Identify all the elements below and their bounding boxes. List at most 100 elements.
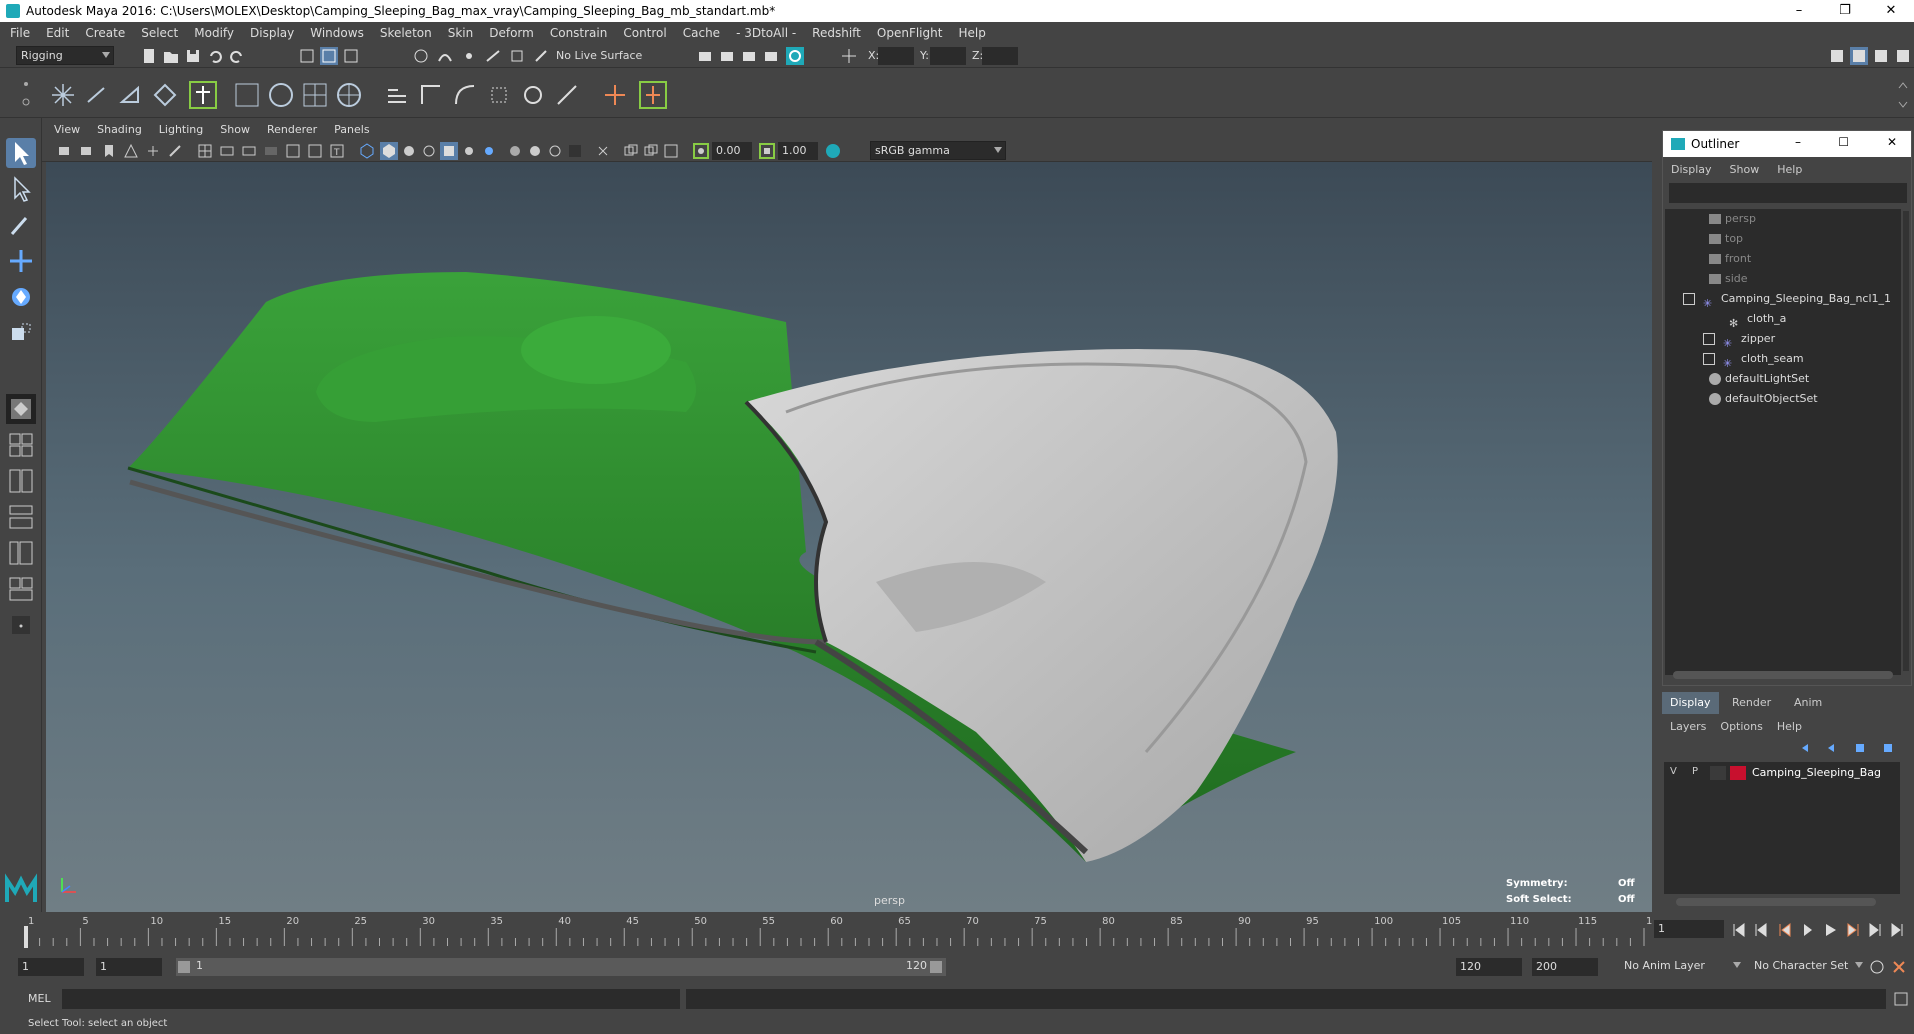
four-view-layout-icon[interactable] — [6, 430, 36, 460]
select-hierarchy-icon[interactable] — [298, 47, 316, 65]
tree-item-front[interactable]: front — [1709, 249, 1751, 269]
layer-horizontal-scrollbar[interactable] — [1676, 898, 1876, 906]
joint-tool-icon[interactable] — [50, 82, 76, 108]
grid-toggle-icon[interactable] — [196, 142, 214, 160]
menu-openflight[interactable]: OpenFlight — [877, 26, 943, 40]
wireframe-icon[interactable] — [358, 142, 376, 160]
z-field[interactable] — [982, 47, 1018, 65]
view-transform-dropdown[interactable]: sRGB gamma — [870, 141, 1006, 160]
smooth-bind-icon[interactable] — [452, 82, 478, 108]
layout-options-icon[interactable] — [6, 610, 36, 640]
motion-blur-icon[interactable] — [526, 142, 544, 160]
interactive-bind-icon[interactable] — [486, 82, 512, 108]
viewport-menu-view[interactable]: View — [54, 123, 80, 136]
smooth-shade-icon[interactable] — [380, 142, 398, 160]
layer-visibility-toggle[interactable]: V — [1670, 766, 1677, 777]
layer-menu-options[interactable]: Options — [1720, 720, 1762, 733]
undo-icon[interactable] — [206, 47, 224, 65]
outliner-maximize-button[interactable]: ☐ — [1838, 135, 1849, 149]
attribute-editor-icon[interactable] — [1850, 47, 1868, 65]
collapse-icon[interactable] — [1683, 293, 1695, 305]
menu-redshift[interactable]: Redshift — [812, 26, 861, 40]
nonlinear-icon[interactable] — [334, 80, 364, 110]
gate-mask-icon[interactable] — [262, 142, 280, 160]
layer-color-swatch[interactable] — [1730, 766, 1746, 780]
range-start-handle[interactable] — [178, 961, 190, 973]
menu-skeleton[interactable]: Skeleton — [380, 26, 432, 40]
resolution-gate-icon[interactable] — [240, 142, 258, 160]
y-field[interactable] — [930, 47, 966, 65]
select-tool-icon[interactable] — [6, 138, 36, 168]
constraint-icon[interactable] — [638, 80, 668, 110]
hypershade-layout-icon[interactable] — [6, 574, 36, 604]
hypershade-icon[interactable] — [762, 47, 780, 65]
menu-create[interactable]: Create — [85, 26, 125, 40]
screen-space-ao-icon[interactable] — [506, 142, 524, 160]
ik-spline-icon[interactable] — [118, 82, 144, 108]
playback-end-field[interactable]: 120 — [1456, 958, 1522, 976]
menu-display[interactable]: Display — [250, 26, 294, 40]
lattice-icon[interactable] — [266, 80, 296, 110]
auto-key-icon[interactable] — [1868, 958, 1886, 976]
menu-file[interactable]: File — [10, 26, 30, 40]
grease-pencil-icon[interactable] — [166, 142, 184, 160]
play-backwards-icon[interactable] — [1804, 924, 1812, 936]
x-field[interactable] — [878, 47, 914, 65]
animation-end-field[interactable]: 200 — [1532, 958, 1598, 976]
layer-menu-layers[interactable]: Layers — [1670, 720, 1706, 733]
snap-grid-icon[interactable] — [412, 47, 430, 65]
viewport-menu-renderer[interactable]: Renderer — [267, 123, 317, 136]
playback-start-field[interactable]: 1 — [96, 958, 162, 976]
textured-icon[interactable] — [440, 142, 458, 160]
xray-components-icon[interactable] — [662, 142, 680, 160]
depth-of-field-icon[interactable] — [566, 142, 584, 160]
menu-select[interactable]: Select — [141, 26, 178, 40]
tree-item-default-light-set[interactable]: defaultLightSet — [1709, 369, 1809, 389]
scale-tool-icon[interactable] — [6, 318, 36, 348]
safe-title-icon[interactable]: T — [328, 142, 346, 160]
tab-render[interactable]: Render — [1724, 692, 1779, 714]
menu-windows[interactable]: Windows — [310, 26, 364, 40]
go-to-end-icon[interactable] — [1891, 923, 1903, 937]
menu-cache[interactable]: Cache — [683, 26, 720, 40]
redshift-render-icon[interactable] — [786, 47, 804, 65]
current-frame-field[interactable]: 1 — [1654, 920, 1724, 938]
step-forward-frame-icon[interactable] — [1847, 923, 1859, 937]
viewport-menu-show[interactable]: Show — [220, 123, 250, 136]
channel-box-icon[interactable] — [1894, 47, 1912, 65]
wireframe-on-shaded-icon[interactable] — [420, 142, 438, 160]
move-tool-icon[interactable] — [6, 246, 36, 276]
menu-modify[interactable]: Modify — [194, 26, 234, 40]
menu-deform[interactable]: Deform — [489, 26, 534, 40]
tab-display[interactable]: Display — [1662, 692, 1719, 714]
anim-layer-dropdown[interactable]: No Anim Layer — [1620, 957, 1744, 976]
wrap-icon[interactable] — [300, 80, 330, 110]
go-to-start-icon[interactable] — [1733, 923, 1745, 937]
tree-item-cloth-seam[interactable]: ✳ cloth_seam — [1703, 349, 1804, 370]
menu-3dtoall[interactable]: - 3DtoAll - — [736, 26, 796, 40]
outliner-menu-help[interactable]: Help — [1777, 163, 1802, 176]
default-material-icon[interactable] — [400, 142, 418, 160]
time-slider[interactable]: 1 5 10 15 20 25 30 35 40 45 50 55 60 65 70 75 80 85 90 95 10… — [22, 914, 1665, 950]
shadows-icon[interactable] — [480, 142, 498, 160]
shelf-options-icon[interactable] — [20, 76, 32, 112]
gamma-icon[interactable] — [758, 142, 776, 160]
tab-anim[interactable]: Anim — [1786, 692, 1830, 714]
transform-mode-icon[interactable] — [840, 47, 858, 65]
menu-constrain[interactable]: Constrain — [550, 26, 608, 40]
tree-item-persp[interactable]: persp — [1709, 209, 1756, 229]
gamma-field[interactable]: 1.00 — [778, 142, 818, 160]
bookmarks-icon[interactable] — [100, 142, 118, 160]
render-icon[interactable] — [696, 47, 714, 65]
tree-item-cloth-a[interactable]: ✻ cloth_a — [1729, 309, 1786, 330]
open-scene-icon[interactable] — [162, 47, 180, 65]
camera-attributes-icon[interactable] — [78, 142, 96, 160]
character-set-dropdown[interactable]: No Character Set — [1750, 957, 1866, 976]
bind-skin-icon[interactable] — [384, 82, 410, 108]
copy-weights-icon[interactable] — [554, 82, 580, 108]
2d-pan-zoom-icon[interactable] — [144, 142, 162, 160]
range-slider[interactable]: 1 120 — [176, 958, 946, 976]
outliner-search-input[interactable] — [1669, 183, 1907, 203]
menu-help[interactable]: Help — [958, 26, 985, 40]
step-forward-key-icon[interactable] — [1869, 923, 1881, 937]
